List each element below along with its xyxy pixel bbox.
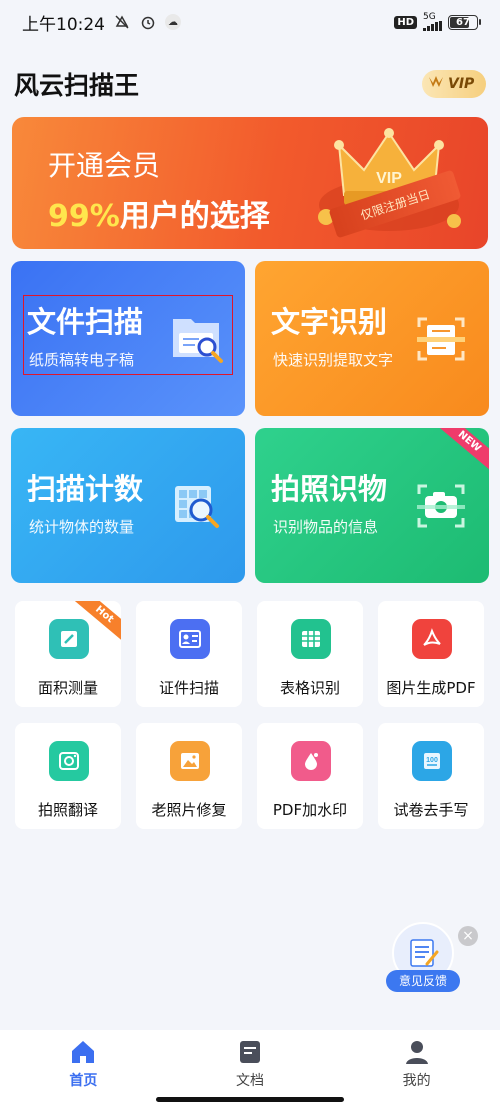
new-tag: NEW — [433, 428, 489, 474]
signal-icon: 5G — [423, 13, 442, 31]
tool-label: 拍照翻译 — [37, 801, 98, 819]
alarm-icon — [139, 13, 157, 31]
photo-identify-icon — [417, 484, 465, 528]
app-title: 风云扫描王 — [14, 71, 140, 100]
profile-icon — [405, 1041, 428, 1064]
tool-id-scan[interactable]: 证件扫描 — [136, 601, 242, 707]
banner-line2: 99%用户的选择 — [48, 191, 270, 235]
card-subtitle: 识别物品的信息 — [273, 518, 379, 536]
crown-badge-text: VIP — [376, 170, 402, 187]
tool-photo-restore[interactable]: 老照片修复 — [136, 723, 242, 829]
photo-identify-card[interactable]: NEW 拍照识物 识别物品的信息 — [255, 428, 489, 583]
card-title: 扫描计数 — [27, 472, 144, 506]
clock: 上午10:24 — [22, 14, 105, 35]
camera-icon — [49, 741, 89, 781]
vip-banner[interactable]: 开通会员 99%用户的选择 VIP 仅限注册当日 — [12, 117, 488, 249]
tool-label: 图片生成PDF — [386, 679, 476, 697]
network-label: 5G — [423, 12, 436, 22]
close-icon[interactable]: × — [458, 926, 478, 946]
scan-count-icon — [175, 486, 219, 528]
tool-label: 面积测量 — [37, 679, 98, 697]
banner-percent: 99% — [48, 199, 120, 234]
card-title: 拍照识物 — [271, 472, 388, 506]
svg-text:100: 100 — [426, 757, 438, 764]
table-icon — [291, 619, 331, 659]
tool-label: 试卷去手写 — [393, 801, 469, 819]
nav-label: 文档 — [236, 1073, 264, 1089]
status-bar: 上午10:24 ☁ HD 5G 67 — [0, 0, 500, 44]
tool-exam-remove-handwriting[interactable]: 100 试卷去手写 — [378, 723, 484, 829]
mute-icon — [113, 13, 131, 31]
ruler-icon — [49, 619, 89, 659]
tool-pdf-watermark[interactable]: PDF加水印 — [257, 723, 363, 829]
tool-image-to-pdf[interactable]: 图片生成PDF — [378, 601, 484, 707]
photo-icon — [170, 741, 210, 781]
battery-level: 67 — [456, 16, 470, 28]
file-scan-card[interactable]: 文件扫描 纸质稿转电子稿 — [11, 261, 245, 416]
banner-line1: 开通会员 — [48, 149, 161, 182]
watermark-icon — [291, 741, 331, 781]
tool-photo-translate[interactable]: 拍照翻译 — [15, 723, 121, 829]
battery-icon: 67 — [448, 14, 481, 30]
card-title: 文字识别 — [271, 305, 388, 339]
exam-icon: 100 — [412, 741, 452, 781]
nav-home[interactable]: 首页 — [0, 1030, 167, 1111]
nav-label: 我的 — [402, 1073, 431, 1089]
file-scan-icon — [173, 319, 223, 363]
id-card-icon — [170, 619, 210, 659]
banner-line2-text: 用户的选择 — [119, 199, 270, 234]
text-ocr-card[interactable]: 文字识别 快速识别提取文字 — [255, 261, 489, 416]
tool-table-ocr[interactable]: 表格识别 — [257, 601, 363, 707]
vip-label: VIP — [448, 76, 475, 92]
home-icon — [72, 1041, 95, 1063]
document-icon — [240, 1041, 260, 1063]
nav-profile[interactable]: 我的 — [333, 1030, 500, 1111]
hd-badge: HD — [394, 15, 417, 29]
tool-label: 表格识别 — [279, 679, 340, 697]
feedback-button[interactable]: 意见反馈 — [386, 922, 462, 998]
card-subtitle: 统计物体的数量 — [29, 518, 135, 536]
scan-count-card[interactable]: 扫描计数 统计物体的数量 — [11, 428, 245, 583]
tool-area-measure[interactable]: Hot 面积测量 — [15, 601, 121, 707]
tool-label: 证件扫描 — [158, 679, 219, 697]
vip-button[interactable]: VIP — [422, 70, 486, 98]
home-indicator — [156, 1097, 344, 1102]
vip-crown-icon — [428, 75, 444, 93]
tool-label: PDF加水印 — [272, 801, 348, 819]
pdf-icon — [412, 619, 452, 659]
cloud-icon: ☁ — [165, 14, 181, 30]
card-subtitle: 快速识别提取文字 — [273, 351, 394, 369]
tool-label: 老照片修复 — [151, 801, 227, 819]
feedback-label: 意见反馈 — [386, 970, 460, 992]
nav-label: 首页 — [69, 1073, 98, 1089]
text-ocr-icon — [417, 317, 465, 361]
